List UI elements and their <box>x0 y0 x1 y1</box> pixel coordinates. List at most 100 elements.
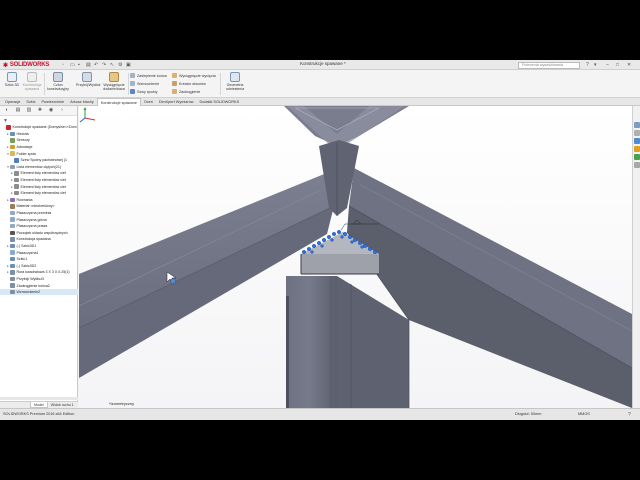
tree-node[interactable]: ▸ Równania <box>0 197 78 204</box>
search-input[interactable]: Polecenia wyszukiwania <box>518 61 580 69</box>
undo-icon[interactable]: ↶ <box>94 62 98 68</box>
tab-powierzchnie[interactable]: Powierzchnie <box>39 98 68 106</box>
feature-icon <box>10 164 15 170</box>
maximize-icon[interactable]: □ <box>616 62 619 68</box>
dimxpert-tab-icon[interactable]: ✚ <box>36 107 44 114</box>
expand-panel-icon[interactable]: › <box>58 107 66 114</box>
end-cap-button[interactable]: Zaślepienie końca <box>130 72 167 79</box>
open-file-icon[interactable]: ▭ <box>70 62 75 68</box>
fillet-button[interactable]: Zaokrąglenie <box>172 88 200 95</box>
tree-node[interactable]: ▸ (-) Szkic3D2 <box>0 262 78 269</box>
tree-node[interactable]: ▸ Historia <box>0 131 78 138</box>
trim-extend-button[interactable]: Przytnij/Wydłuż <box>76 72 101 96</box>
close-icon[interactable]: ✕ <box>627 62 631 68</box>
orientation-triad-icon[interactable] <box>79 106 97 124</box>
tree-node[interactable]: Płaszczyzna przednia <box>0 210 78 217</box>
weldment-button[interactable]: Konstrukcja spawana <box>21 72 43 96</box>
weldment-icon <box>27 72 37 82</box>
column-front-face[interactable] <box>286 276 337 408</box>
tab-szkic[interactable]: Szkic <box>23 98 38 106</box>
custom-properties-icon[interactable] <box>634 162 640 168</box>
extruded-boss-button[interactable]: Wyciągnięcie dodanie/baza <box>101 72 127 96</box>
ds-logo-icon: ✱ <box>3 62 8 69</box>
tree-node[interactable]: ▸ Element listy elementów ciet <box>0 177 78 184</box>
tree-node-label: Płaszczyzna1 <box>16 250 39 255</box>
tree-node[interactable]: ▸ Adnotacje <box>0 144 78 151</box>
feature-icon <box>10 131 15 137</box>
tree-node[interactable]: Konstrukcja spawana <box>0 236 78 243</box>
configuration-manager-tab-icon[interactable]: ▥ <box>25 107 33 114</box>
gusset-button[interactable]: Wzmocnienie <box>130 80 159 87</box>
task-pane-strip <box>632 106 640 408</box>
title-bar: ✱ SOLIDWORKS ▫ ▭ ▪ ▤ ↶ ↷ ↖ ⚙ ▣ Konstrukc… <box>0 60 640 70</box>
tree-node[interactable]: Wzmocnienie2 <box>0 288 78 296</box>
tree-node[interactable]: Zaokrąglenie końca2 <box>0 282 78 289</box>
status-product: SOLIDWORKS Premium 2016 x64 Edition <box>3 412 75 416</box>
tree-node[interactable]: ▸ Element listy elementów ciet <box>0 190 78 197</box>
document-title: Konstrukcje spawane * <box>300 61 346 66</box>
display-manager-tab-icon[interactable]: ◉ <box>47 107 55 114</box>
tree-node[interactable]: Konstrukcje spawane (Domyślne<<Dom <box>0 124 78 131</box>
tab-dodatki[interactable]: Dodatki SOLIDWORKS <box>196 98 242 106</box>
view-palette-icon[interactable] <box>634 146 640 152</box>
tree-node[interactable]: Sensory <box>0 137 78 144</box>
tree-node[interactable]: Szkic1 <box>0 256 78 263</box>
reference-geometry-button[interactable]: Geometria odniesienia <box>222 72 248 96</box>
structural-member-button[interactable]: Człon konstrukcyjny <box>47 72 69 96</box>
tree-node-label: Konstrukcja spawana <box>16 237 51 242</box>
status-length: Długość: 50mm <box>515 412 542 416</box>
extruded-cut-button[interactable]: Wyciągnięcie wycięcia <box>172 72 216 79</box>
tab-konstrukcje-spawane[interactable]: Konstrukcje spawane <box>96 98 141 106</box>
graphics-viewport[interactable]: *Izometryczny <box>79 106 632 408</box>
sketch-3d-button[interactable]: Szkic 3D <box>1 72 23 96</box>
feature-icon <box>10 250 15 255</box>
minimize-icon[interactable]: – <box>606 62 609 68</box>
structural-member-icon <box>53 72 63 82</box>
tree-node[interactable]: Początek układu współrzędnych <box>0 230 78 237</box>
help-icon[interactable]: ? <box>586 62 589 68</box>
design-library-icon[interactable] <box>634 130 640 136</box>
tree-node[interactable]: ▾ Lista elementów ciętych(21) <box>0 164 78 171</box>
hole-wizard-button[interactable]: Kreator otworów <box>172 80 206 87</box>
tab-dimxpert[interactable]: DimXpert Wymiarów <box>156 98 197 106</box>
tree-node[interactable]: Płaszczyzna1 <box>0 249 78 256</box>
status-help-icon[interactable]: ? <box>628 412 631 418</box>
print-icon[interactable]: ▤ <box>86 62 91 68</box>
redo-icon[interactable]: ↷ <box>102 62 106 68</box>
tree-node[interactable]: Przytnij/ Wydłuż3 <box>0 276 78 283</box>
tree-node[interactable]: ▸ Element listy elementów ciet <box>0 170 78 177</box>
new-file-icon[interactable]: ▫ <box>62 62 64 68</box>
property-manager-tab-icon[interactable]: ▤ <box>14 107 22 114</box>
tree-node[interactable]: ▸ (-) Szkic3D1 <box>0 243 78 250</box>
tree-node[interactable]: Płaszczyzna górna <box>0 216 78 223</box>
tab-operacje[interactable]: Operacje <box>2 98 23 106</box>
tree-node[interactable]: Szew Spoiny pachwinowej (1 <box>0 157 78 164</box>
tree-node[interactable]: Płaszczyzna prawa <box>0 223 78 230</box>
tree-node[interactable]: ▸ Element listy elementów ciet <box>0 183 78 190</box>
file-explorer-icon[interactable] <box>634 138 640 144</box>
status-units[interactable]: MMGS <box>578 412 590 416</box>
solidworks-logo[interactable]: ✱ SOLIDWORKS <box>3 61 49 69</box>
weld-bead-node <box>348 234 353 239</box>
select-icon[interactable]: ↖ <box>110 62 114 68</box>
weld-bead-button[interactable]: Szwy spoiny <box>130 88 158 95</box>
panel-tab-strip: ◐ ▤ ▥ ✚ ◉ › <box>0 106 77 116</box>
resources-icon[interactable] <box>634 122 640 128</box>
tab-arkusz-blachy[interactable]: Arkusz blachy <box>67 98 97 106</box>
panel-horizontal-scrollbar[interactable] <box>0 397 78 400</box>
appearances-icon[interactable] <box>634 154 640 160</box>
options-icon[interactable]: ▣ <box>126 62 131 68</box>
feature-tree-tab-icon[interactable]: ◐ <box>3 107 11 114</box>
tree-node-label: Element listy elementów ciet <box>20 171 66 176</box>
weld-bead-node <box>321 237 326 242</box>
tree-node[interactable]: ▾ Folder spoin <box>0 150 78 157</box>
tree-node[interactable]: Materiał <nieokreślony> <box>0 203 78 210</box>
rebuild-icon[interactable]: ⚙ <box>118 62 122 68</box>
tree-node[interactable]: ▸ Rura kwadratowa 3 X 3 X 0.25(1) <box>0 269 78 276</box>
chevron-down-icon[interactable]: ▾ <box>594 62 597 68</box>
tab-ocen[interactable]: Oceń <box>141 98 156 106</box>
feature-icon <box>10 270 15 275</box>
save-icon[interactable]: ▪ <box>78 62 80 68</box>
weld-bead-node <box>340 235 344 239</box>
feature-icon <box>10 217 15 222</box>
